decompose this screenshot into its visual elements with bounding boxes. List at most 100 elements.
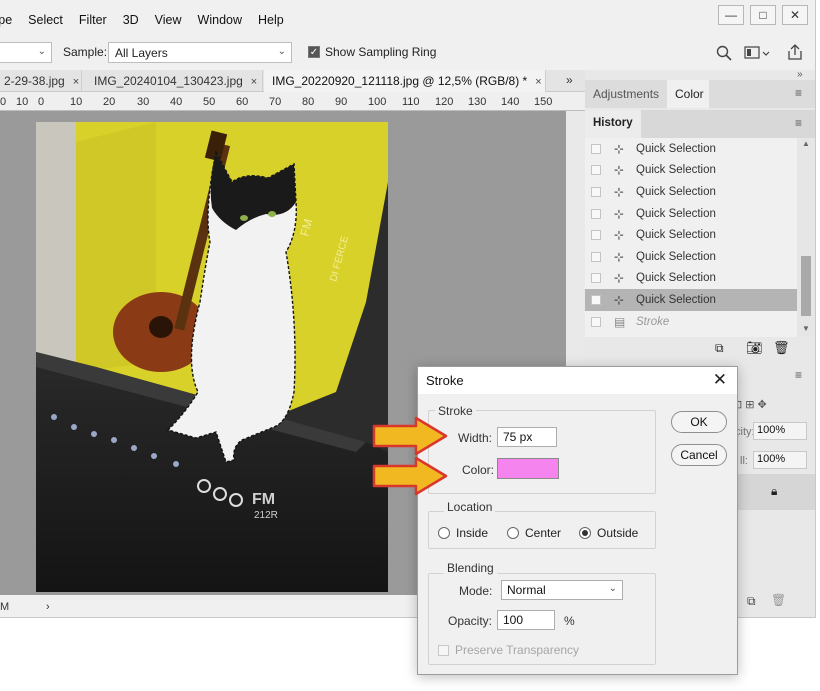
tab-history[interactable]: History — [585, 110, 641, 138]
width-input[interactable]: 75 px — [497, 427, 557, 447]
ruler-tick: 60 — [236, 96, 249, 108]
collapse-panels-icon[interactable]: » — [797, 69, 803, 80]
share-icon[interactable] — [786, 43, 804, 61]
ruler-tick: 10 — [70, 96, 83, 108]
cancel-button[interactable]: Cancel — [671, 444, 727, 466]
history-checkbox[interactable] — [591, 273, 601, 284]
history-checkbox[interactable] — [591, 230, 601, 241]
history-item[interactable]: ⊹ Quick Selection — [585, 203, 797, 225]
preserve-transparency-label: Preserve Transparency — [455, 643, 580, 657]
history-item-dimmed[interactable]: ▤ Stroke — [585, 311, 797, 333]
menu-3d[interactable]: 3D — [123, 13, 139, 27]
history-checkbox[interactable] — [591, 294, 601, 305]
new-document-from-state-icon[interactable]: ⧉ — [715, 341, 724, 356]
tab-label: IMG_20220920_121118.jpg @ 12,5% (RGB/8) … — [272, 74, 528, 88]
history-checkbox[interactable] — [591, 251, 601, 262]
history-item-label: Stroke — [636, 315, 670, 328]
history-checkbox[interactable] — [591, 316, 601, 327]
tab-document-2[interactable]: IMG_20240104_130423.jpg × — [86, 70, 263, 92]
close-window-button[interactable]: ✕ — [782, 5, 808, 25]
history-checkbox[interactable] — [591, 186, 601, 197]
tab-color[interactable]: Color — [667, 80, 709, 108]
history-footer: ⧉ 📷︎ 🗑︎ — [585, 338, 815, 360]
layer-opacity-field[interactable]: 100% — [753, 422, 807, 440]
sample-dropdown[interactable]: All Layers ⌄ — [108, 42, 292, 63]
show-sampling-ring-option[interactable]: ✓ Show Sampling Ring — [308, 45, 436, 59]
menu-window[interactable]: Window — [198, 13, 242, 27]
preserve-transparency-option[interactable]: Preserve Transparency — [438, 643, 579, 657]
history-checkbox[interactable] — [591, 208, 601, 219]
history-item[interactable]: ⊹ Quick Selection — [585, 181, 797, 203]
menu-type[interactable]: ype — [0, 13, 12, 27]
scroll-down-icon[interactable]: ▼ — [802, 324, 810, 333]
checkbox-disabled[interactable] — [438, 644, 449, 656]
history-scrollbar[interactable]: ▲ ▼ — [797, 138, 815, 337]
stroke-group — [428, 410, 656, 494]
panel-menu-icon[interactable]: ≡ — [795, 86, 802, 100]
radio-circle[interactable] — [438, 527, 450, 539]
adjustments-panel-tabs: Adjustments Color ≡ — [585, 80, 815, 108]
layer-row[interactable]: 🔒︎ — [737, 474, 815, 510]
document-photo[interactable]: FM DI FERCE FM 212R — [36, 122, 388, 592]
opacity-unit: % — [564, 614, 575, 628]
radio-inside[interactable]: Inside — [438, 526, 488, 540]
options-bar: ⌄ Sample: All Layers ⌄ ✓ Show Sampling R… — [0, 40, 815, 66]
close-icon[interactable]: × — [535, 76, 541, 88]
history-item[interactable]: ⊹ Quick Selection — [585, 160, 797, 182]
workspace-icon[interactable] — [744, 45, 770, 61]
radio-center[interactable]: Center — [507, 526, 561, 540]
scroll-up-icon[interactable]: ▲ — [802, 139, 810, 148]
menu-help[interactable]: Help — [258, 13, 284, 27]
history-item-selected[interactable]: ⊹ Quick Selection — [585, 289, 797, 311]
status-arrow-icon[interactable]: › — [46, 601, 50, 613]
close-icon[interactable]: × — [73, 76, 79, 88]
menu-filter[interactable]: Filter — [79, 13, 107, 27]
tab-adjustments[interactable]: Adjustments — [585, 80, 667, 108]
checkbox-checked-icon[interactable]: ✓ — [308, 46, 320, 58]
quick-selection-icon: ⊹ — [614, 184, 625, 199]
history-item[interactable]: ⊹ Quick Selection — [585, 268, 797, 290]
chevron-down-icon: ⌄ — [608, 583, 617, 594]
ruler-tick: 20 — [103, 96, 116, 108]
panel-menu-icon[interactable]: ≡ — [795, 116, 802, 130]
opacity-input[interactable]: 100 — [497, 610, 555, 630]
close-icon[interactable]: × — [251, 76, 257, 88]
history-checkbox[interactable] — [591, 143, 601, 154]
menu-view[interactable]: View — [155, 13, 182, 27]
color-label: Color: — [462, 463, 495, 477]
close-icon[interactable]: ✕ — [713, 370, 727, 390]
camera-icon[interactable]: 📷︎ — [746, 340, 763, 356]
delete-layer-icon[interactable]: 🗑︎ — [771, 593, 786, 607]
ruler-tick: 40 — [170, 96, 183, 108]
tab-document-1[interactable]: 2-29-38.jpg × — [0, 70, 82, 92]
tool-preset-dropdown[interactable]: ⌄ — [0, 42, 52, 63]
tab-document-active[interactable]: IMG_20220920_121118.jpg @ 12,5% (RGB/8) … — [264, 70, 546, 92]
history-checkbox[interactable] — [591, 165, 601, 176]
mode-dropdown[interactable]: Normal ⌄ — [501, 580, 623, 600]
layer-filter-icons[interactable]: ⊡ ⊞ ✥ — [733, 398, 767, 411]
history-item[interactable]: ⊹ Quick Selection — [585, 224, 797, 246]
stroke-dialog: Stroke ✕ Stroke Width: 75 px Color: OK C… — [417, 366, 738, 675]
stroke-icon: ▤ — [614, 314, 626, 329]
tabs-overflow-icon[interactable]: » — [566, 73, 573, 87]
radio-outside[interactable]: Outside — [579, 526, 638, 540]
menu-select[interactable]: Select — [28, 13, 63, 27]
history-item[interactable]: ⊹ Quick Selection — [585, 138, 797, 160]
radio-circle-selected[interactable] — [579, 527, 591, 539]
quick-selection-icon: ⊹ — [614, 271, 625, 286]
scrollbar-thumb[interactable] — [801, 256, 811, 316]
history-item-label: Quick Selection — [636, 250, 716, 263]
minimize-button[interactable]: — — [718, 5, 744, 25]
history-item[interactable]: ⊹ Quick Selection — [585, 246, 797, 268]
search-icon[interactable] — [716, 45, 732, 61]
ruler-tick: 80 — [302, 96, 315, 108]
color-swatch[interactable] — [497, 458, 559, 479]
panel-menu-icon[interactable]: ≡ — [795, 368, 802, 382]
new-layer-icon[interactable]: ⧉ — [747, 594, 756, 609]
opacity-label: Opacity: — [448, 614, 493, 628]
ok-button[interactable]: OK — [671, 411, 727, 433]
layer-fill-field[interactable]: 100% — [753, 451, 807, 469]
trash-icon[interactable]: 🗑︎ — [773, 340, 790, 356]
radio-circle[interactable] — [507, 527, 519, 539]
maximize-button[interactable]: □ — [750, 5, 776, 25]
